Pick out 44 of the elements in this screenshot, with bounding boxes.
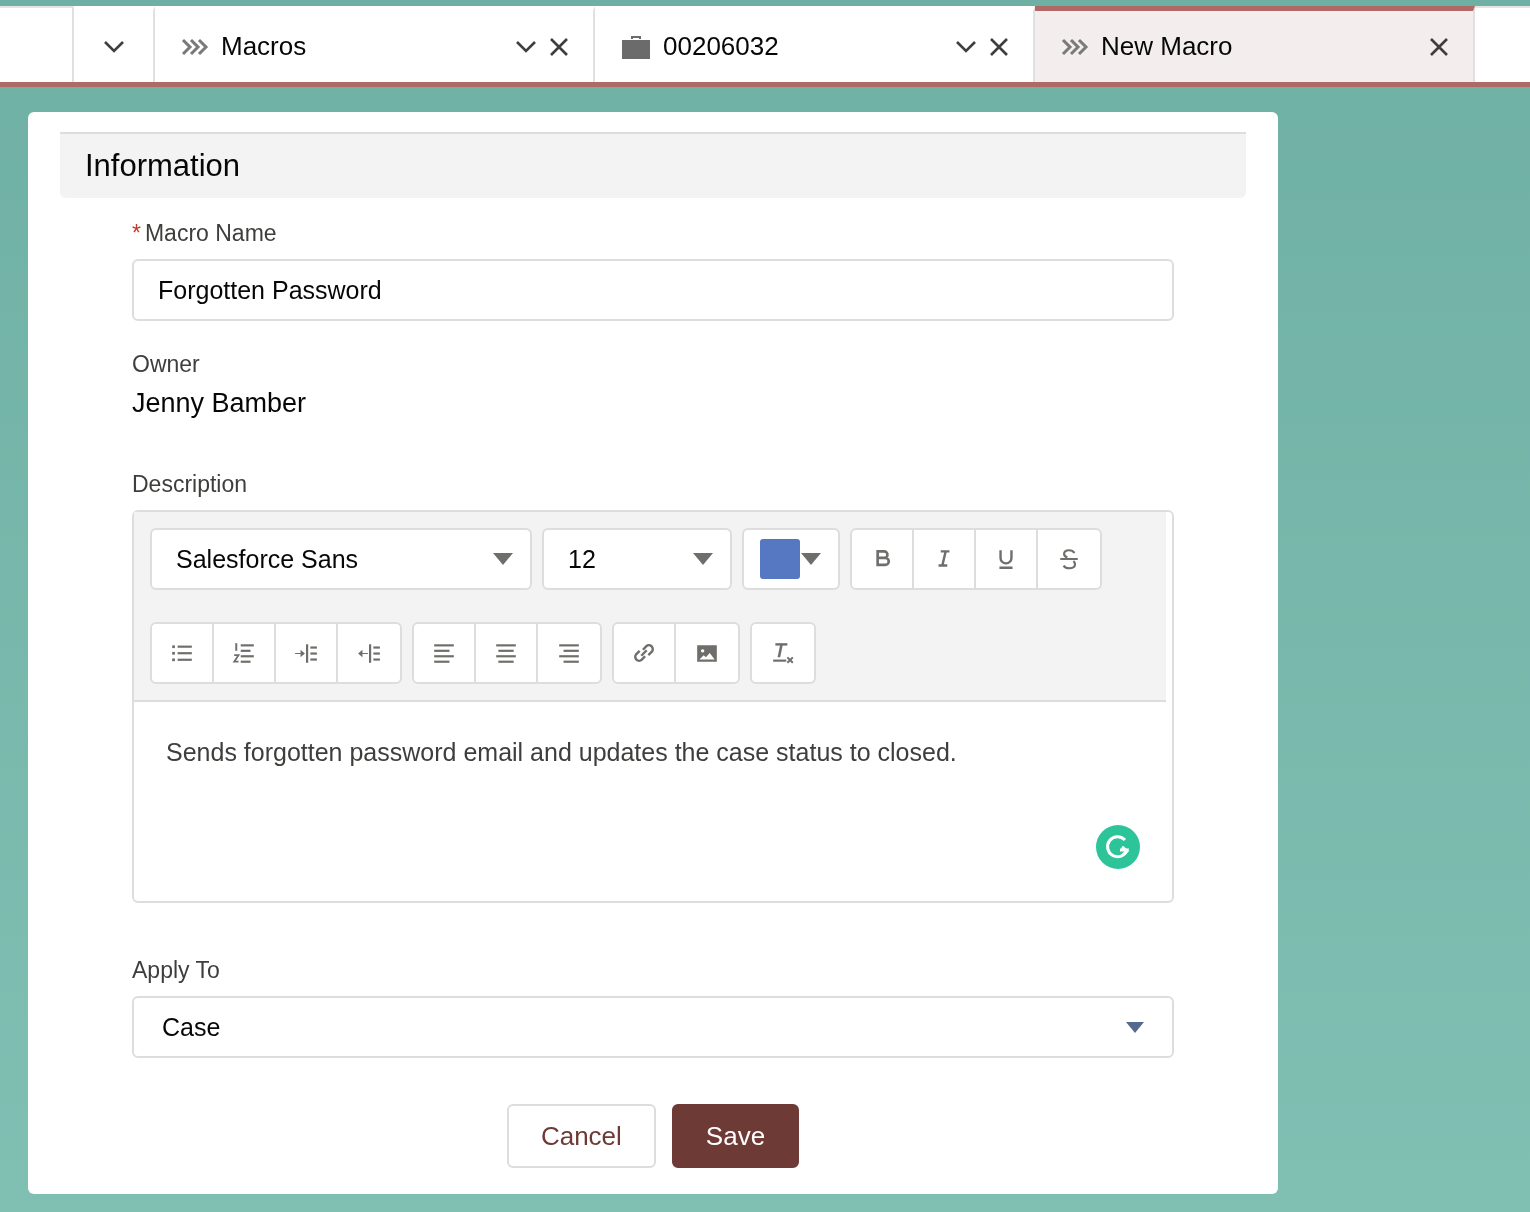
center-icon	[494, 641, 518, 665]
workspace-tab[interactable]: Macros	[155, 6, 595, 82]
caret-icon	[800, 552, 822, 566]
clear-icon	[771, 641, 795, 665]
font-size-dropdown[interactable]: 12	[542, 528, 732, 590]
field-label: Description	[132, 471, 249, 498]
chevron-down-icon[interactable]	[515, 39, 537, 54]
font-dropdown[interactable]: Salesforce Sans	[150, 528, 532, 590]
left-icon	[432, 641, 456, 665]
briefcase-icon	[621, 33, 651, 60]
close-icon[interactable]	[989, 36, 1009, 57]
required-mark: *	[132, 220, 141, 246]
tab-label[interactable]: Macros	[221, 31, 503, 62]
numbers-icon	[232, 641, 256, 665]
text-color-dropdown[interactable]	[742, 528, 840, 590]
tab-label[interactable]: 00206032	[663, 31, 943, 62]
indent-icon	[294, 641, 318, 665]
outdent-icon	[357, 641, 381, 665]
label-text: Macro Name	[144, 220, 277, 246]
workspace-tab[interactable]: 00206032	[595, 6, 1035, 82]
cancel-button[interactable]: Cancel	[506, 1104, 656, 1168]
save-button[interactable]: Save	[671, 1104, 800, 1168]
caret-icon	[1126, 1021, 1144, 1033]
apply-to-dropdown[interactable]: Case	[132, 996, 1174, 1058]
strike-icon	[1057, 547, 1081, 571]
field-label: Owner	[132, 351, 201, 378]
chevrons-icon	[1061, 37, 1089, 56]
right-icon	[557, 641, 581, 665]
chevron-down-icon[interactable]	[102, 39, 125, 54]
description-text[interactable]: Sends forgotten password email and updates the case status to closed.	[166, 738, 1140, 767]
chevron-down-icon[interactable]	[955, 39, 977, 54]
grammarly-icon[interactable]	[1096, 825, 1140, 869]
owner-value: Jenny Bamber	[132, 388, 308, 419]
close-icon[interactable]	[1429, 36, 1449, 57]
macro-name-field[interactable]: Forgotten Password	[132, 259, 1174, 321]
section-header: Information	[60, 132, 1246, 198]
link-icon	[632, 641, 656, 665]
caret-icon	[692, 552, 714, 566]
caret-icon	[492, 552, 514, 566]
workspace-tab[interactable]: New Macro	[1035, 6, 1475, 82]
close-icon[interactable]	[549, 36, 569, 57]
field-label: Apply To	[132, 957, 221, 984]
tab-label[interactable]: New Macro	[1101, 31, 1417, 62]
chevrons-icon	[181, 37, 209, 56]
